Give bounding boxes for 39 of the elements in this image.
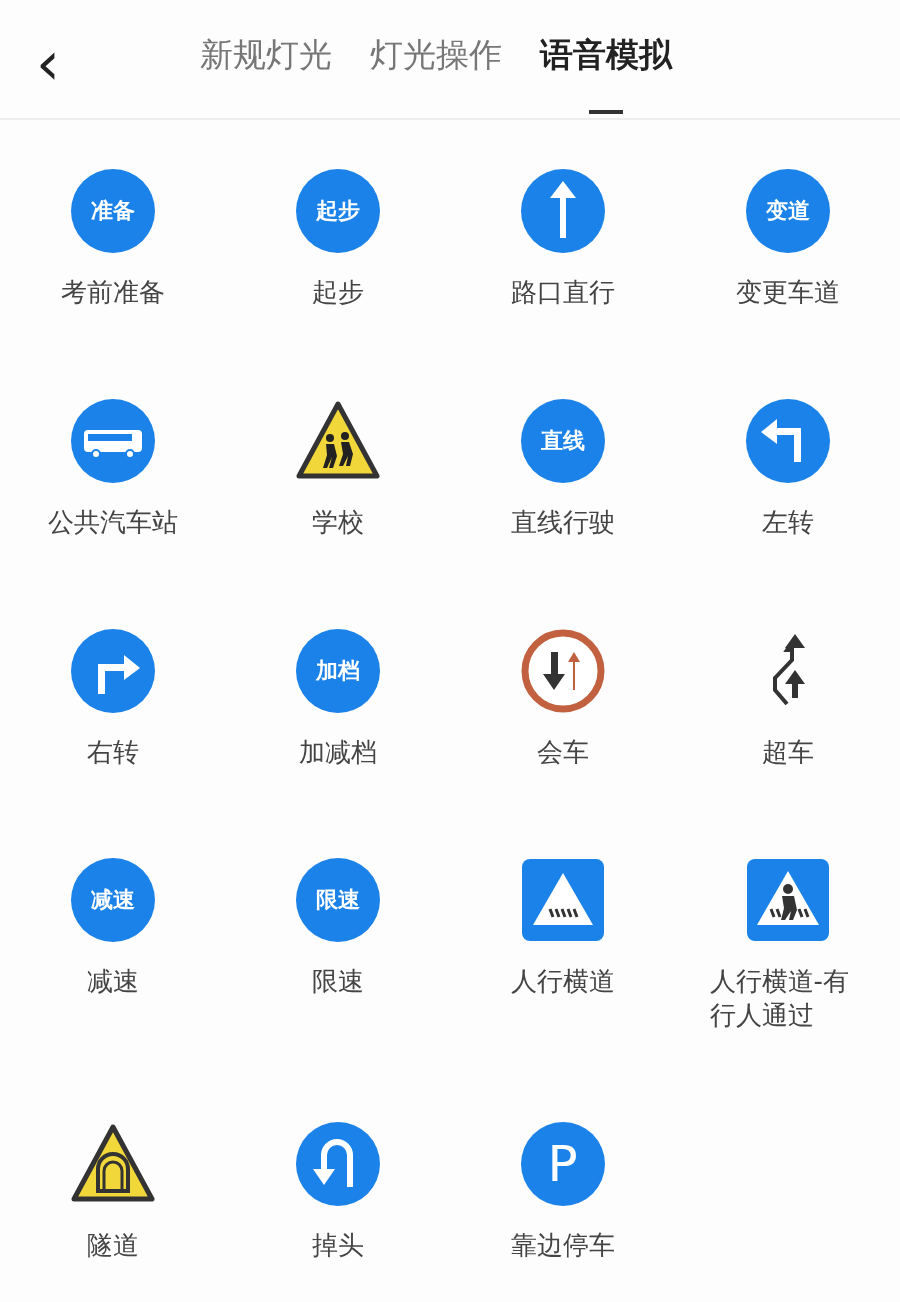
sign-badge: 加档 [295, 628, 380, 713]
item-label[interactable]: 变更车道 [735, 276, 840, 310]
sign-badge: 限速 [295, 858, 380, 943]
item-label[interactable]: 减速 [86, 965, 139, 1000]
item-label[interactable]: 右转 [86, 735, 139, 770]
item-label[interactable]: 超车 [761, 735, 814, 770]
item-label[interactable]: 人行横道-有行人通过 [709, 965, 866, 1033]
bus-sign-icon [69, 397, 156, 484]
tab[interactable]: 灯光操作 [370, 0, 502, 114]
sign-badge: 直线 [520, 398, 605, 483]
back-button[interactable]: ‹ [28, 38, 68, 94]
item-label[interactable]: 学校 [311, 505, 364, 540]
item-label[interactable]: 路口直行 [510, 276, 615, 310]
item-label[interactable]: 限速 [311, 965, 364, 1000]
item-label[interactable]: 左转 [761, 505, 814, 540]
tab[interactable]: 新规灯光 [200, 0, 332, 114]
oncoming-traffic-sign-icon [519, 627, 606, 714]
item-label[interactable]: 掉头 [311, 1229, 364, 1263]
up-arrow-sign-icon [519, 168, 606, 254]
left-turn-sign-icon [744, 397, 831, 484]
item-label[interactable]: 公共汽车站 [47, 505, 178, 540]
item-label[interactable]: 起步 [311, 276, 364, 310]
item-label[interactable]: 人行横道 [510, 965, 615, 1000]
sign-badge: P [520, 1122, 605, 1206]
item-label[interactable]: 靠边停车 [510, 1229, 615, 1263]
item-label[interactable]: 会车 [536, 735, 589, 770]
pedestrian-crossing-sign-icon [744, 857, 831, 944]
item-label[interactable]: 加减档 [298, 735, 377, 770]
tab[interactable]: 语音模拟 [540, 0, 672, 114]
crosswalk-sign-icon [519, 857, 606, 944]
item-label[interactable]: 直线行驶 [510, 505, 615, 540]
right-turn-sign-icon [69, 627, 156, 714]
sign-badge: 准备 [70, 169, 155, 253]
sign-badge: 起步 [295, 169, 380, 253]
sign-badge: 变道 [745, 169, 830, 253]
item-label[interactable]: 考前准备 [60, 276, 165, 310]
item-label[interactable]: 隧道 [86, 1229, 139, 1263]
u-turn-sign-icon [294, 1121, 381, 1207]
sign-badge: 减速 [70, 858, 155, 943]
